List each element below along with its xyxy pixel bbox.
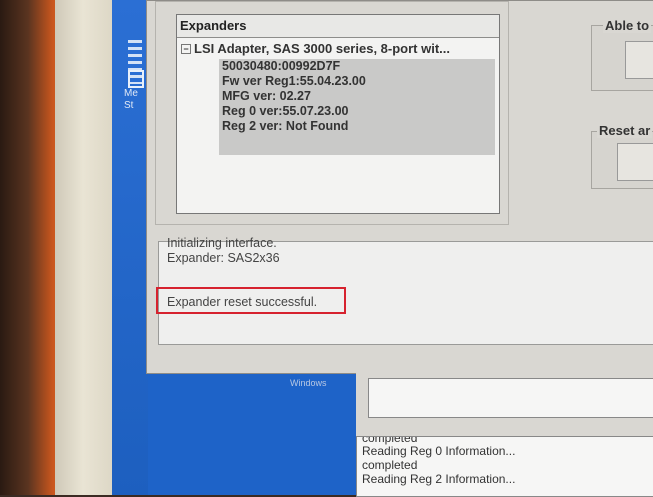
reset-button[interactable] — [617, 143, 653, 181]
lower-log-line-3: completed — [362, 458, 418, 472]
desktop-label-st: St — [124, 100, 134, 111]
windows-label: Windows — [290, 378, 327, 388]
tree-root-label: LSI Adapter, SAS 3000 series, 8-port wit… — [194, 41, 450, 56]
able-to-group-title: Able to — [603, 18, 652, 33]
tree-item-mfg-ver[interactable]: MFG ver: 02.27 — [219, 89, 495, 104]
tree-item-reg0-ver[interactable]: Reg 0 ver:55.07.23.00 — [219, 104, 495, 119]
desktop-label-me: Me — [124, 88, 138, 99]
tree-children: 50030480:00992D7F Fw ver Reg1:55.04.23.0… — [219, 59, 495, 155]
desktop-icon-2[interactable] — [128, 70, 144, 88]
tree-item-sas-address[interactable]: 50030480:00992D7F — [219, 59, 495, 74]
second-window-upper — [356, 372, 653, 428]
second-window-log-box[interactable]: completed Reading Reg 0 Information... c… — [356, 436, 653, 497]
tree-item-fw-ver[interactable]: Fw ver Reg1:55.04.23.00 — [219, 74, 495, 89]
second-window-field[interactable] — [368, 378, 653, 418]
second-window-log: completed Reading Reg 0 Information... c… — [356, 428, 653, 497]
collapse-icon[interactable]: − — [181, 44, 191, 54]
expander-utility-window: Expanders − LSI Adapter, SAS 3000 series,… — [146, 0, 653, 374]
log-line-2: Expander: SAS2x36 — [167, 251, 280, 265]
lower-log-line-4: Reading Reg 2 Information... — [362, 472, 516, 486]
reset-success-highlight — [156, 287, 346, 314]
expanders-tree[interactable]: Expanders − LSI Adapter, SAS 3000 series,… — [176, 14, 500, 214]
able-to-button[interactable] — [625, 41, 653, 79]
tree-header: Expanders — [177, 15, 499, 38]
tree-root-adapter[interactable]: − LSI Adapter, SAS 3000 series, 8-port wi… — [181, 41, 450, 56]
tree-item-reg2-ver[interactable]: Reg 2 ver: Not Found — [219, 119, 495, 134]
desktop-area: Me St — [112, 0, 148, 495]
reset-group-title: Reset ar — [597, 123, 653, 138]
log-line-1: Initializing interface. — [167, 236, 277, 250]
lower-log-line-2: Reading Reg 0 Information... — [362, 444, 516, 458]
